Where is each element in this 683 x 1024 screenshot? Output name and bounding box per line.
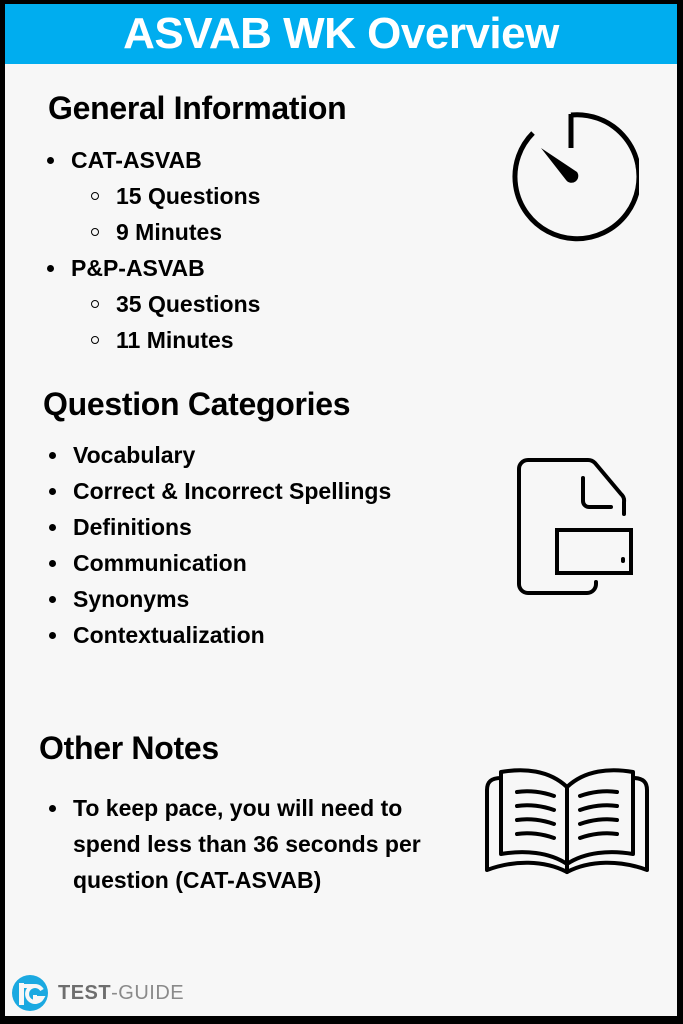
document-icon: [517, 458, 633, 595]
list-item: Contextualization: [48, 617, 391, 653]
sub-list-item-label: 15 Questions: [116, 183, 261, 209]
other-notes-list: To keep pace, you will need to spend les…: [48, 790, 448, 898]
sub-list-item-label: 35 Questions: [116, 291, 261, 317]
question-categories-list: Vocabulary Correct & Incorrect Spellings…: [48, 437, 391, 653]
list-item: Communication: [48, 545, 391, 581]
logo-text-light: -GUIDE: [111, 981, 185, 1004]
page-title: ASVAB WK Overview: [123, 9, 559, 58]
list-item: Synonyms: [48, 581, 391, 617]
general-information-heading: General Information: [48, 90, 347, 126]
list-item: To keep pace, you will need to spend les…: [48, 790, 448, 898]
sub-list-item: 9 Minutes: [46, 214, 260, 250]
infographic: ASVAB WK Overview General Information CA…: [5, 4, 677, 1016]
sub-list-item: 15 Questions: [46, 178, 260, 214]
test-guide-logo-text: TEST-GUIDE: [58, 982, 184, 1005]
test-guide-logo-icon: [12, 975, 48, 1011]
sub-list-item-label: 9 Minutes: [116, 219, 223, 245]
list-item-label: CAT-ASVAB: [71, 147, 202, 173]
question-categories-heading: Question Categories: [43, 386, 351, 422]
sub-list-item-label: 11 Minutes: [116, 327, 234, 353]
list-item: Definitions: [48, 509, 391, 545]
other-notes-heading: Other Notes: [39, 730, 219, 766]
sub-list-item: 11 Minutes: [46, 322, 260, 358]
stopwatch-icon: [512, 112, 639, 242]
list-item: CAT-ASVAB: [46, 142, 260, 178]
logo-text-bold: TEST: [58, 981, 112, 1004]
sub-list-item: 35 Questions: [46, 286, 260, 322]
list-item: Correct & Incorrect Spellings: [48, 473, 391, 509]
list-item-label: P&P-ASVAB: [71, 255, 205, 281]
list-item: P&P-ASVAB: [46, 250, 260, 286]
open-book-icon: [485, 768, 649, 874]
header-banner: ASVAB WK Overview: [5, 4, 677, 64]
test-guide-logo: TEST-GUIDE: [10, 973, 184, 1013]
list-item: Vocabulary: [48, 437, 391, 473]
general-information-list: CAT-ASVAB 15 Questions 9 Minutes P&P-ASV…: [46, 142, 260, 358]
